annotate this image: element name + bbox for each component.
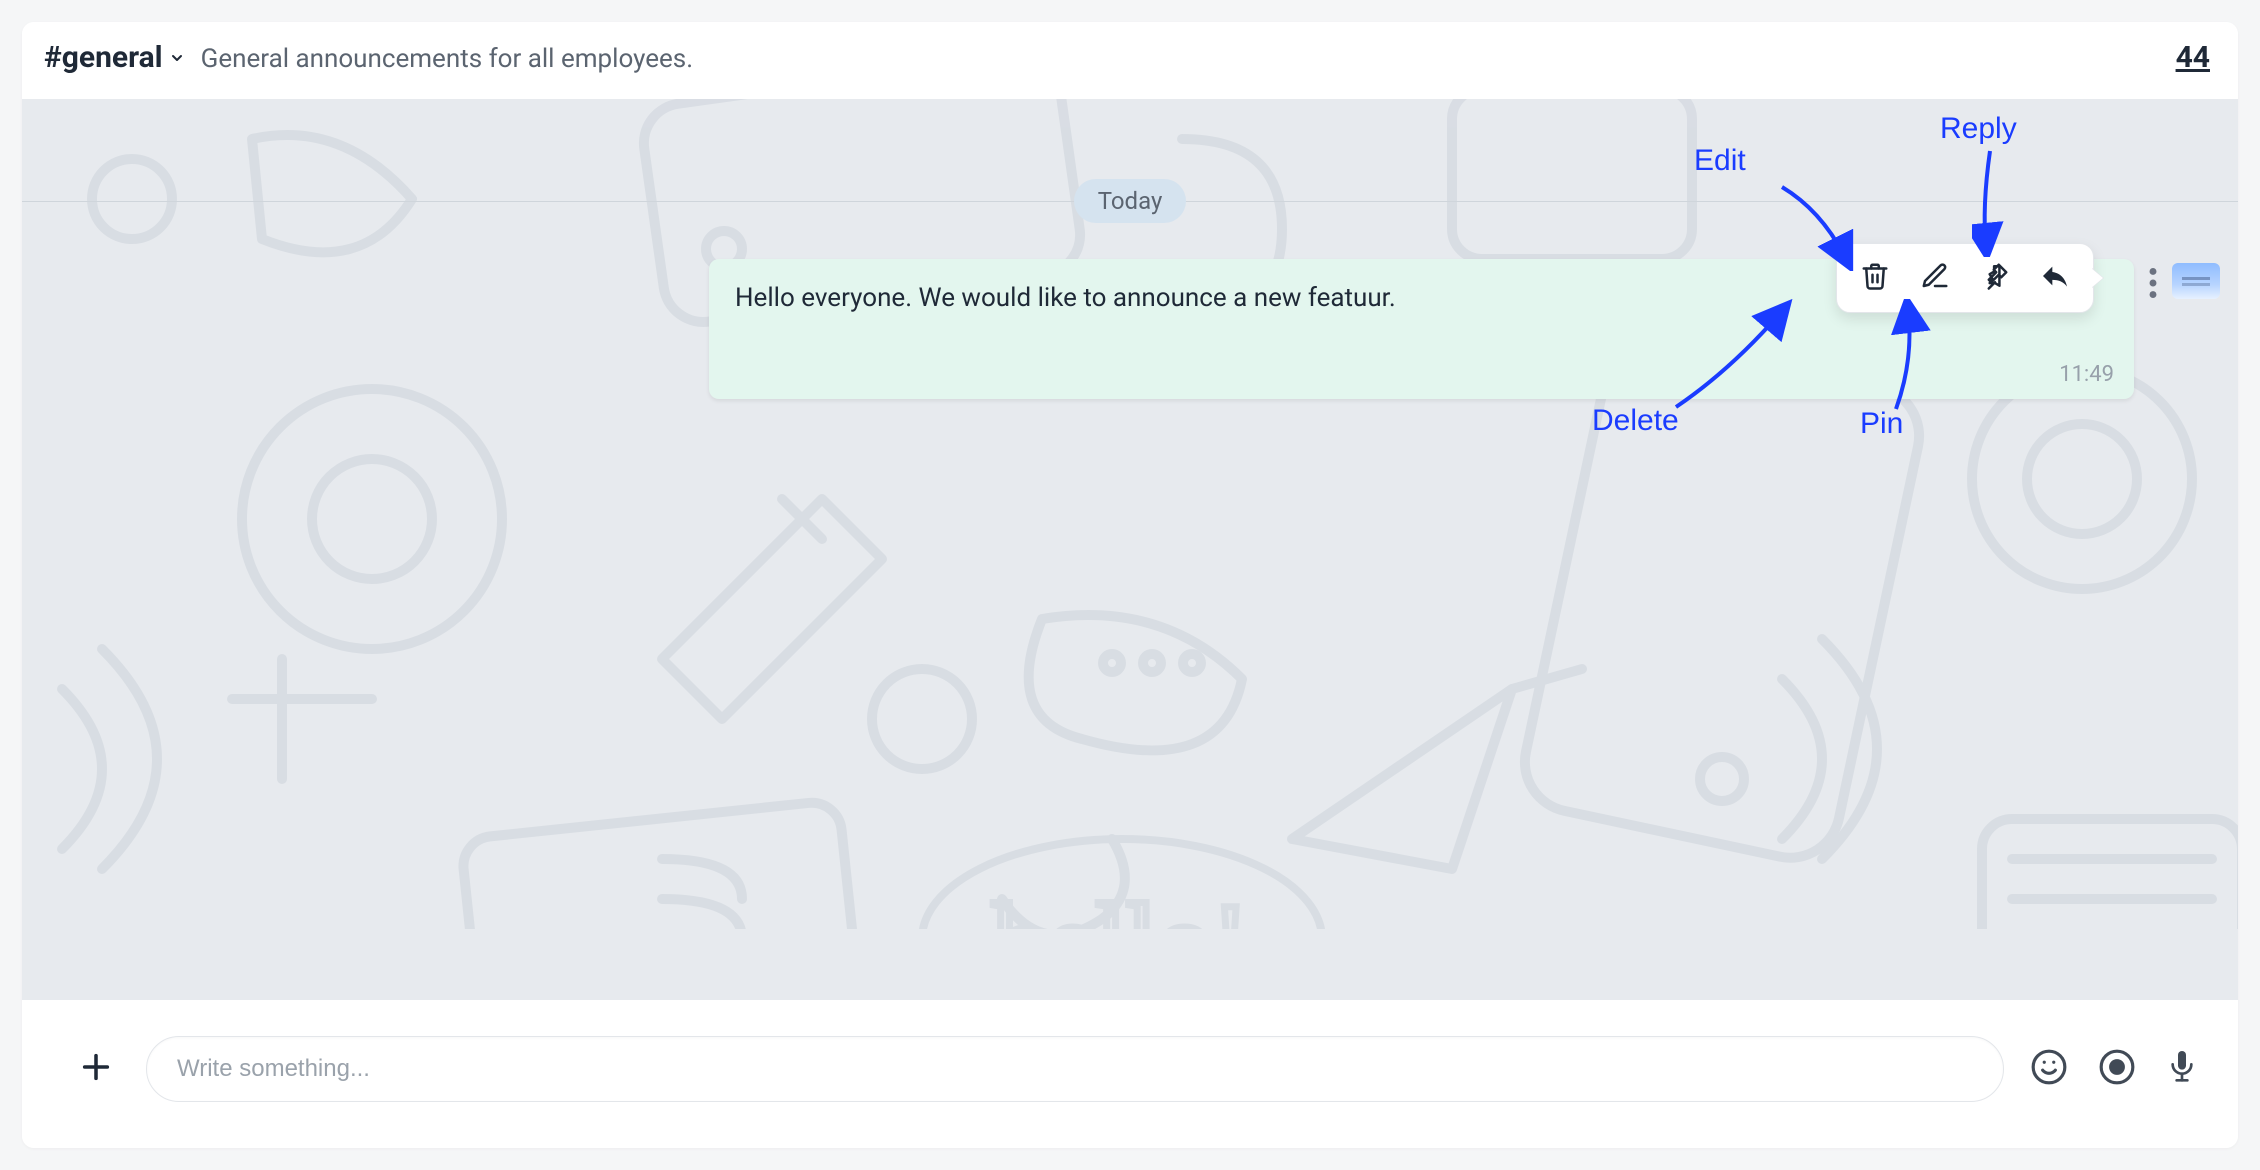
date-pill: Today xyxy=(1074,179,1187,223)
annotation-pin: Pin xyxy=(1860,407,1903,441)
edit-button[interactable] xyxy=(1907,250,1963,306)
emoji-button[interactable] xyxy=(2030,1048,2068,1090)
mic-icon xyxy=(2166,1048,2198,1090)
record-button[interactable] xyxy=(2098,1048,2136,1090)
chat-panel: #general General announcements for all e… xyxy=(22,22,2238,1148)
channel-name-text: #general xyxy=(44,40,163,75)
annotation-edit: Edit xyxy=(1694,144,1746,178)
date-separator: Today xyxy=(22,179,2238,223)
message-row: Hello everyone. We would like to announc… xyxy=(22,259,2238,399)
plus-icon xyxy=(79,1050,113,1088)
member-count[interactable]: 44 xyxy=(2176,40,2210,75)
emoji-icon xyxy=(2030,1048,2068,1090)
annotation-reply: Reply xyxy=(1940,112,2017,146)
record-icon xyxy=(2098,1048,2136,1090)
channel-description: General announcements for all employees. xyxy=(201,44,693,74)
chat-body: hello! Today Hello everyone. We would li… xyxy=(22,99,2238,1000)
pin-button[interactable] xyxy=(1967,250,2023,306)
channel-name[interactable]: #general xyxy=(44,40,185,75)
mic-button[interactable] xyxy=(2166,1048,2198,1090)
message-more-button[interactable] xyxy=(2148,259,2158,309)
trash-icon xyxy=(1860,261,1890,295)
message-bubble[interactable]: Hello everyone. We would like to announc… xyxy=(709,259,2134,399)
delete-button[interactable] xyxy=(1847,250,1903,306)
pin-icon xyxy=(1980,261,2010,295)
composer xyxy=(22,1000,2238,1148)
reply-icon xyxy=(2039,260,2071,296)
attach-button[interactable] xyxy=(72,1045,120,1093)
avatar[interactable] xyxy=(2172,263,2220,299)
chevron-down-icon[interactable] xyxy=(169,50,185,66)
message-time: 11:49 xyxy=(2059,362,2114,387)
more-vertical-icon xyxy=(2148,268,2158,302)
reply-button[interactable] xyxy=(2027,250,2083,306)
message-actions-toolbar xyxy=(1836,243,2094,313)
annotation-delete: Delete xyxy=(1592,404,1679,438)
edit-icon xyxy=(1920,261,1950,295)
compose-input-wrap[interactable] xyxy=(146,1036,2004,1102)
channel-header: #general General announcements for all e… xyxy=(22,22,2238,99)
compose-input[interactable] xyxy=(177,1055,1973,1083)
